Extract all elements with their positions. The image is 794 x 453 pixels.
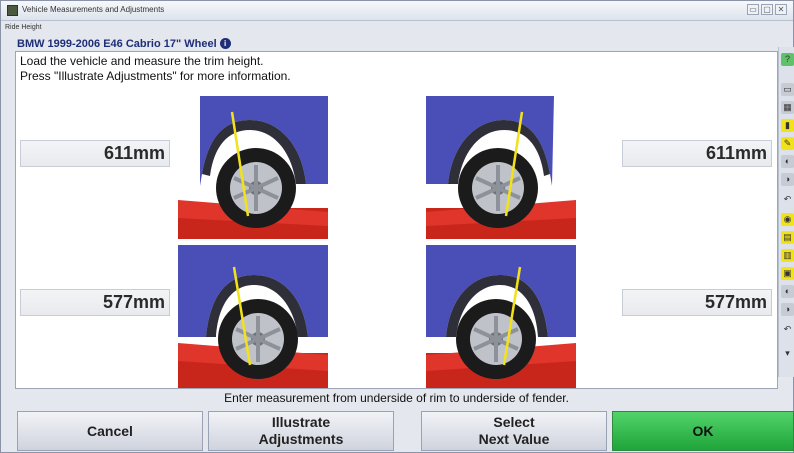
camber-icon[interactable]: ◐ <box>781 155 794 168</box>
window-controls: ▭ ▢ ✕ <box>747 4 787 15</box>
vehicle-icon[interactable]: ▭ <box>781 83 794 96</box>
undo-icon[interactable]: ↶ <box>781 193 794 206</box>
window-title: Vehicle Measurements and Adjustments <box>22 5 165 14</box>
measurement-panel: Load the vehicle and measure the trim he… <box>15 51 778 389</box>
tools-icon[interactable]: ✎ <box>781 137 794 150</box>
app-icon <box>7 5 18 16</box>
rear-right-value[interactable]: 577mm <box>622 289 772 316</box>
camber-icon[interactable]: ◐ <box>781 285 794 298</box>
alignment-icon[interactable]: ▥ <box>781 249 794 262</box>
toe-icon[interactable]: ◑ <box>781 303 794 316</box>
instruction-line-1: Load the vehicle and measure the trim he… <box>20 54 264 68</box>
undo-icon[interactable]: ↶ <box>781 323 794 336</box>
measure-icon[interactable]: ▮ <box>781 119 794 132</box>
main-window: Vehicle Measurements and Adjustments ▭ ▢… <box>0 0 794 453</box>
rear-left-value[interactable]: 577mm <box>20 289 170 316</box>
rear-right-wheel-image <box>426 245 576 388</box>
scroll-down-icon[interactable]: ▾ <box>781 347 794 360</box>
adjust-icon[interactable]: ▤ <box>781 231 794 244</box>
front-right-value[interactable]: 611mm <box>622 140 772 167</box>
instruction-line-2: Press "Illustrate Adjustments" for more … <box>20 69 291 83</box>
close-button[interactable]: ✕ <box>775 4 787 15</box>
rear-left-wheel-image <box>178 245 328 388</box>
cancel-button[interactable]: Cancel <box>17 411 203 451</box>
front-right-wheel-image <box>426 96 576 239</box>
calendar-icon[interactable]: ▦ <box>781 101 794 114</box>
screen-subtitle: Ride Height <box>5 24 42 31</box>
car-icon[interactable]: ▣ <box>781 267 794 280</box>
side-toolbar: ? ▭ ▦ ▮ ✎ ◐ ◑ ↶ ◉ ▤ ▥ ▣ ◐ ◑ ↶ ▾ <box>778 47 794 377</box>
hint-text: Enter measurement from underside of rim … <box>224 391 569 405</box>
ok-button[interactable]: OK <box>612 411 794 451</box>
illustrate-adjustments-button[interactable]: Illustrate Adjustments <box>208 411 394 451</box>
toe-icon[interactable]: ◑ <box>781 173 794 186</box>
info-icon[interactable]: i <box>219 38 231 49</box>
select-next-value-button[interactable]: Select Next Value <box>421 411 607 451</box>
maximize-button[interactable]: ▢ <box>761 4 773 15</box>
front-left-value[interactable]: 611mm <box>20 140 170 167</box>
vehicle-name: BMW 1999-2006 E46 Cabrio 17" Wheel <box>17 38 217 50</box>
vehicle-title: BMW 1999-2006 E46 Cabrio 17" Wheel i <box>17 38 231 50</box>
instructions: Load the vehicle and measure the trim he… <box>20 54 291 84</box>
gauge-icon[interactable]: ◉ <box>781 213 794 226</box>
title-bar: Vehicle Measurements and Adjustments ▭ ▢… <box>1 1 793 21</box>
help-icon[interactable]: ? <box>781 53 794 66</box>
front-left-wheel-image <box>178 96 328 239</box>
minimize-button[interactable]: ▭ <box>747 4 759 15</box>
